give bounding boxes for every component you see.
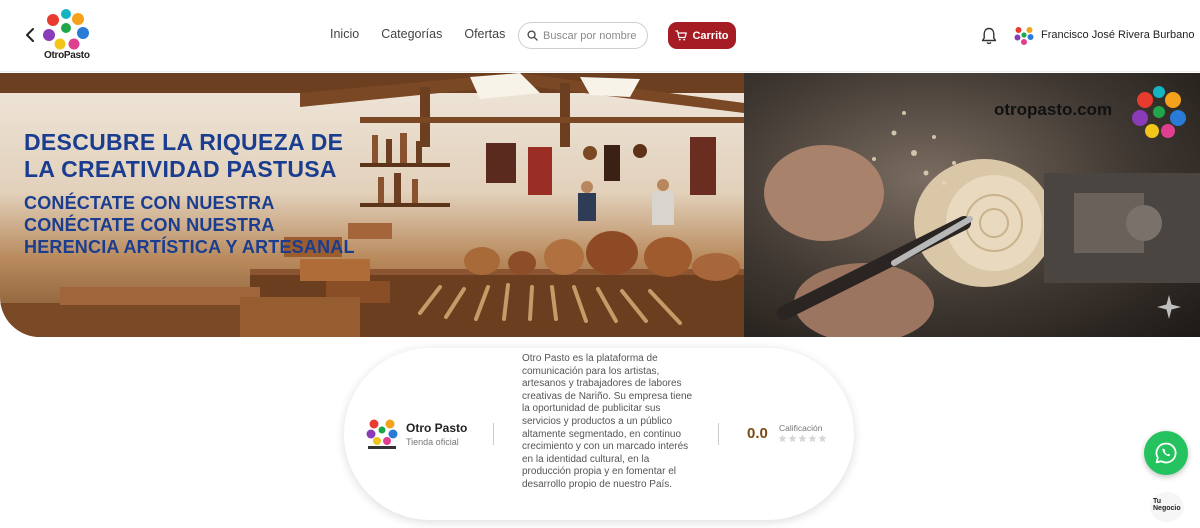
rating-label: Calificación — [779, 423, 823, 433]
store-card: Otro Pasto Tienda oficial Otro Pasto es … — [344, 348, 854, 520]
banner-headline: DESCUBRE LA RIQUEZA DE LA CREATIVIDAD PA… — [24, 129, 343, 183]
subline-2: CONÉCTATE CON NUESTRA — [24, 215, 275, 235]
nav-item-inicio[interactable]: Inicio — [330, 27, 359, 41]
user-name: Francisco José Rivera Burbano — [1041, 29, 1195, 41]
store-description: Otro Pasto es la plataforma de comunicac… — [522, 353, 693, 490]
star-icon — [818, 434, 827, 443]
headline-line-2: LA CREATIVIDAD PASTUSA — [24, 156, 337, 182]
search-box — [518, 22, 648, 49]
subline-1: CONÉCTATE CON NUESTRA — [24, 193, 275, 213]
site-logo[interactable]: OtroPasto — [38, 8, 94, 62]
star-icon — [798, 434, 807, 443]
subline-3: HERENCIA ARTÍSTICA Y ARTESANAL — [24, 237, 355, 257]
site-url: otropasto.com — [994, 100, 1113, 119]
rating-stars — [778, 434, 827, 443]
bell-icon[interactable] — [980, 26, 998, 46]
logo-text: OtroPasto — [44, 50, 90, 61]
star-icon — [788, 434, 797, 443]
star-icon — [778, 434, 787, 443]
sparkle-icon — [1157, 295, 1181, 319]
tunegocio-line-1: Tu — [1153, 498, 1162, 505]
nav-item-ofertas[interactable]: Ofertas — [464, 27, 505, 41]
banner-logo-icon — [1132, 86, 1186, 138]
user-menu[interactable]: Francisco José Rivera Burbano — [1013, 24, 1194, 46]
divider — [493, 423, 494, 445]
tunegocio-line-2: Negocio — [1153, 505, 1181, 512]
main-nav: Inicio Categorías Ofertas — [330, 27, 505, 41]
top-header: OtroPasto Inicio Categorías Ofertas Carr… — [0, 0, 1200, 72]
store-logo-icon — [366, 419, 398, 449]
avatar — [1014, 27, 1034, 45]
cart-label: Carrito — [692, 29, 729, 42]
nav-item-categorias[interactable]: Categorías — [381, 27, 442, 41]
back-chevron-icon[interactable] — [22, 26, 38, 44]
search-icon — [527, 30, 538, 41]
headline-line-1: DESCUBRE LA RIQUEZA DE — [24, 129, 344, 155]
tunegocio-badge[interactable]: Tu Negocio — [1150, 492, 1184, 522]
search-input[interactable] — [543, 29, 639, 42]
divider — [718, 423, 719, 445]
store-tag: Tienda oficial — [406, 437, 459, 447]
logo-figures-icon — [43, 9, 89, 50]
workshop-image: DESCUBRE LA RIQUEZA DE LA CREATIVIDAD PA… — [0, 73, 744, 337]
cart-button[interactable]: Carrito — [668, 22, 736, 49]
tunegocio-text: Tu Negocio — [1153, 498, 1181, 512]
hero-banner: DESCUBRE LA RIQUEZA DE LA CREATIVIDAD PA… — [0, 73, 1200, 337]
whatsapp-button[interactable] — [1144, 431, 1188, 475]
star-icon — [808, 434, 817, 443]
cart-icon — [675, 30, 688, 41]
whatsapp-icon — [1155, 442, 1177, 464]
store-name: Otro Pasto — [406, 421, 468, 435]
rating-value: 0.0 — [747, 425, 768, 442]
banner-subheadline: CONÉCTATE CON NUESTRA CONÉCTATE CON NUES… — [24, 192, 355, 258]
